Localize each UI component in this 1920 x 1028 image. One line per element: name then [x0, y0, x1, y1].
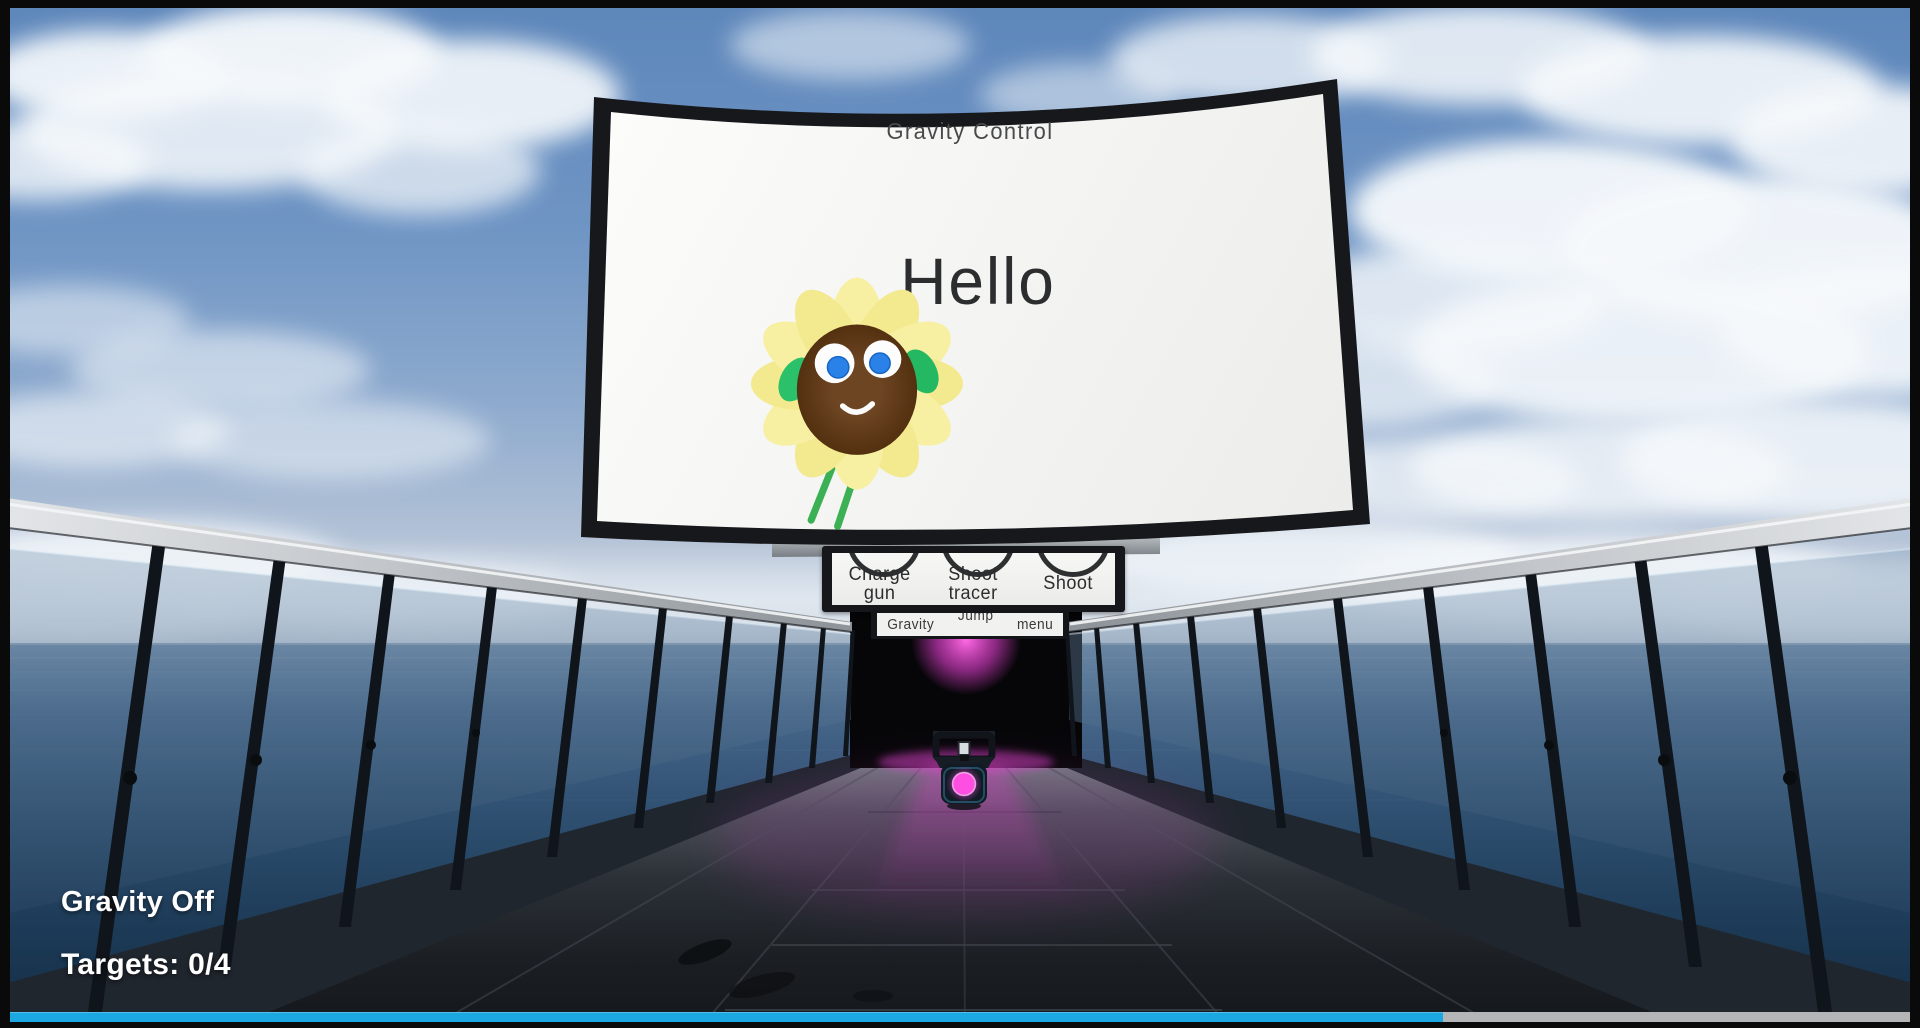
- shoot-tracer-button[interactable]: Shoot tracer: [926, 553, 1020, 605]
- charge-gun-button[interactable]: Charge gun: [832, 553, 926, 605]
- gun-control-panel-face: Charge gun Shoot tracer Shoot: [832, 553, 1115, 605]
- charge-gun-label: Charge gun: [848, 565, 910, 604]
- tab-gravity[interactable]: Gravity: [887, 617, 934, 633]
- sunflower-character-icon: [750, 276, 964, 534]
- shoot-tracer-label: Shoot tracer: [949, 565, 999, 604]
- billboard-title: Gravity Control: [780, 118, 1160, 145]
- tab-menu[interactable]: menu: [1017, 617, 1053, 633]
- tab-jump[interactable]: Jump: [958, 613, 994, 624]
- sunflower-face: [797, 324, 917, 454]
- charge-progress-fill: [10, 1012, 1443, 1022]
- charge-progress-track: [10, 1012, 1910, 1022]
- hud-gravity-status: Gravity Off: [61, 886, 214, 919]
- gun-control-panel: Charge gun Shoot tracer Shoot: [822, 546, 1125, 612]
- game-viewport: Gravity Control Hello: [0, 0, 1920, 1028]
- shoot-button[interactable]: Shoot: [1021, 553, 1115, 605]
- hud-targets-counter: Targets: 0/4: [61, 948, 231, 982]
- menu-tab-bar-face: Gravity Jump menu: [877, 613, 1063, 636]
- shoot-label: Shoot: [1043, 574, 1093, 594]
- menu-tab-bar: Gravity Jump menu: [871, 610, 1069, 639]
